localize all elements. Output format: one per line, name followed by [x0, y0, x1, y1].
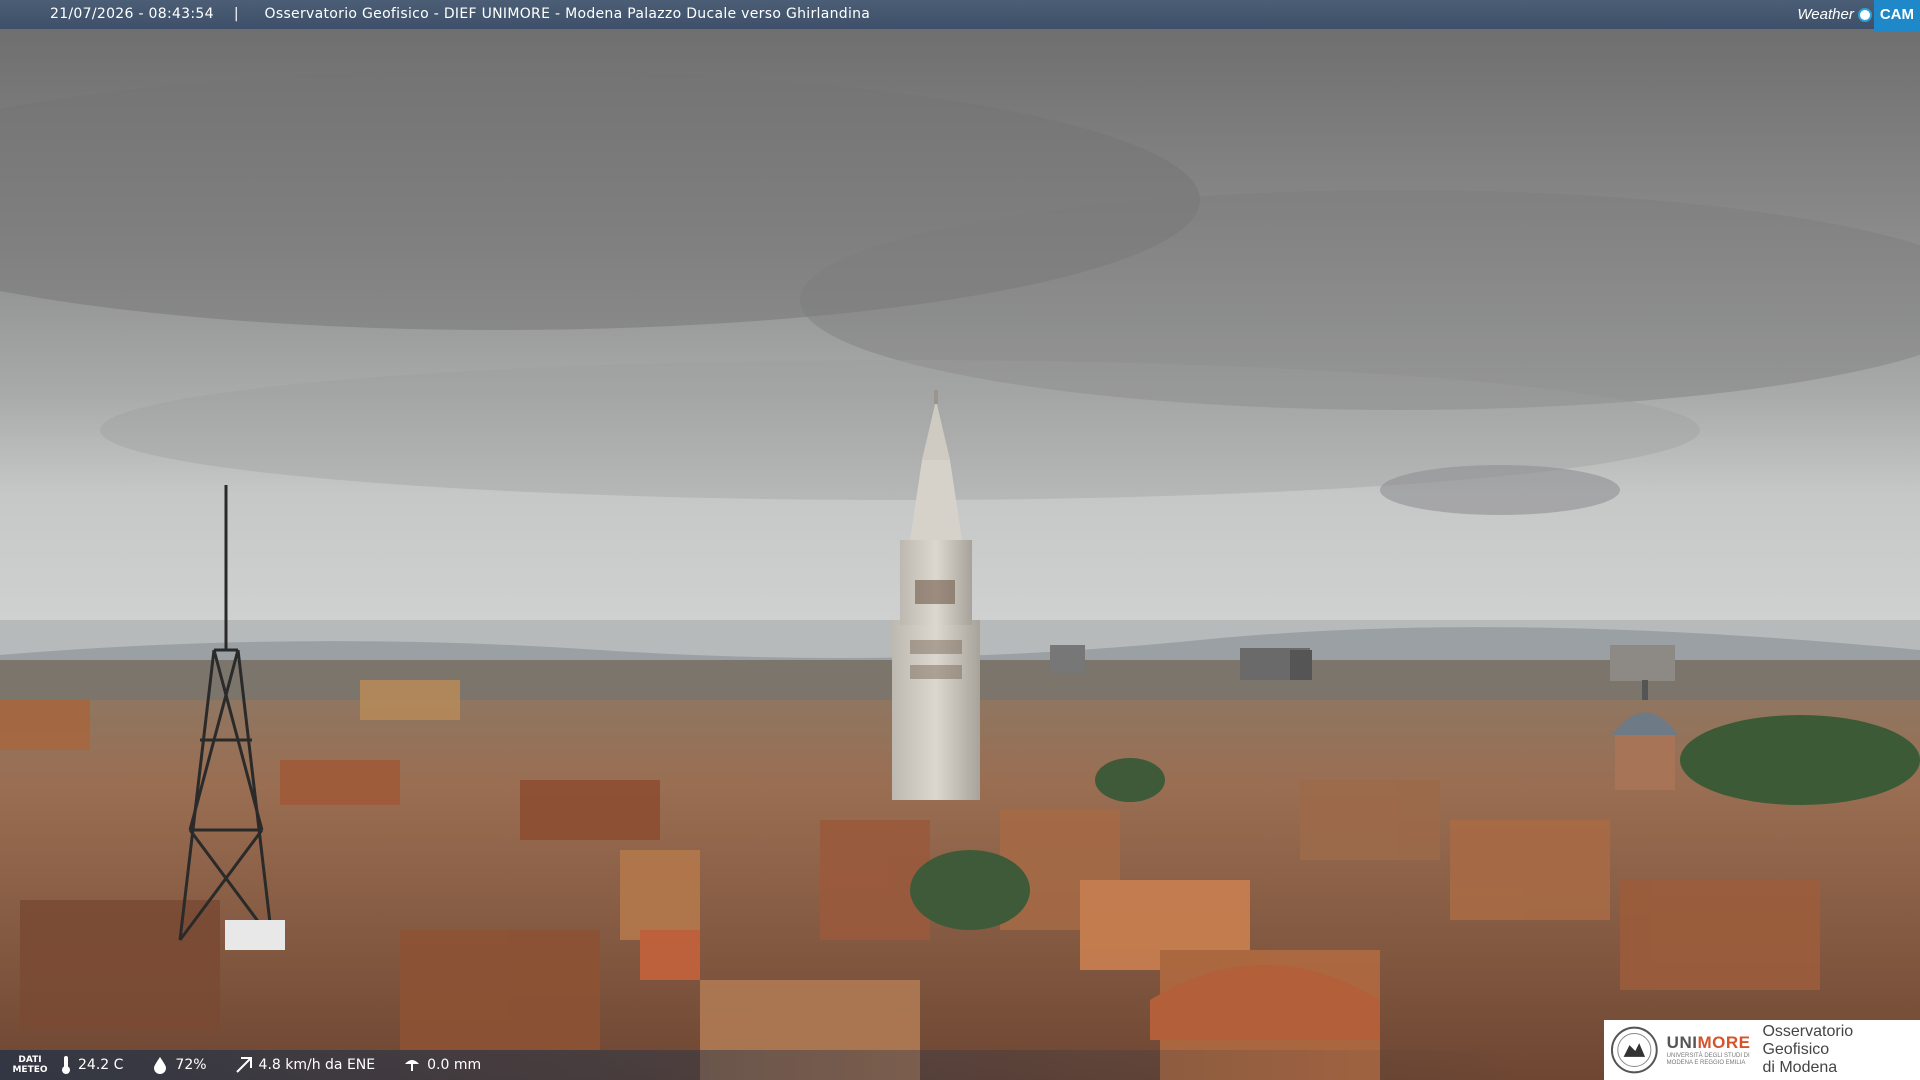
temperature-reading: 24.2 C [60, 1055, 123, 1075]
unimore-wordmark: UNIMORE UNIVERSITÀ DEGLI STUDI DI MODENA… [1667, 1033, 1751, 1067]
uni-name-part2: MORE [1697, 1033, 1751, 1052]
brand-weather: Weather [1797, 6, 1854, 23]
uni-subtitle-2: MODENA E REGGIO EMILIA [1666, 1060, 1746, 1066]
humidity-reading: 72% [151, 1056, 207, 1074]
uni-name-part1: UNI [1666, 1033, 1698, 1052]
weather-label-line2: METEO [12, 1065, 48, 1075]
trees [1095, 758, 1165, 802]
university-seal-icon [1610, 1026, 1658, 1074]
rain-icon [405, 1060, 420, 1071]
weather-data-bar: DATI METEO 24.2 C 72% 4.8 km/h da ENE 0.… [0, 1050, 1520, 1080]
wind-reading: 4.8 km/h da ENE [235, 1056, 376, 1074]
brand-cam: CAM [1873, 0, 1920, 31]
observatory-line1: Osservatorio Geofisico [1762, 1023, 1854, 1058]
camera-info-bar: 21/07/2026 - 08:43:54 | Osservatorio Geo… [0, 0, 1920, 31]
uni-subtitle-1: UNIVERSITÀ DEGLI STUDI DI [1666, 1053, 1750, 1059]
timestamp: 21/07/2026 - 08:43:54 [50, 6, 214, 22]
cloud [1380, 465, 1620, 515]
camera-title: Osservatorio Geofisico - DIEF UNIMORE - … [264, 6, 871, 22]
weather-label-line1: DATI [18, 1055, 42, 1065]
observatory-name: Osservatorio Geofisico di Modena [1762, 1023, 1920, 1077]
rain-value: 0.0 mm [427, 1057, 482, 1073]
wind-icon [235, 1057, 252, 1073]
rain-reading: 0.0 mm [403, 1056, 481, 1074]
unimore-logo: UNIMORE UNIVERSITÀ DEGLI STUDI DI MODENA… [1604, 1020, 1920, 1080]
trees [1680, 715, 1920, 805]
trees [910, 850, 1030, 930]
temperature-value: 24.2 C [78, 1057, 124, 1073]
thermometer-icon [62, 1056, 70, 1074]
observatory-line2: di Modena [1762, 1059, 1838, 1076]
weathercam-logo: Weather CAM [1797, 0, 1920, 31]
webcam-scene [0, 0, 1920, 1080]
humidity-value: 72% [175, 1057, 207, 1073]
weather-label: DATI METEO [0, 1055, 60, 1075]
humidity-icon [154, 1057, 167, 1074]
wind-value: 4.8 km/h da ENE [258, 1057, 376, 1073]
camera-lens-icon [1857, 7, 1872, 22]
separator: | [233, 6, 239, 22]
